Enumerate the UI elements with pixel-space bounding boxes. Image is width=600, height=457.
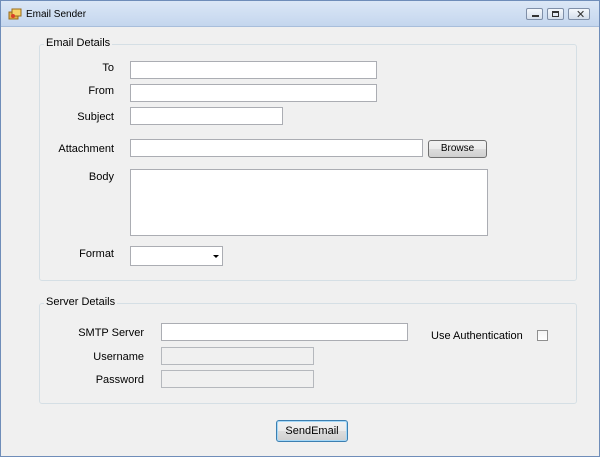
format-select[interactable] <box>130 246 223 266</box>
email-details-title: Email Details <box>44 37 113 49</box>
main-window: Email Sender ✕ Email Details To From Sub… <box>0 0 600 457</box>
maximize-icon <box>552 11 559 17</box>
format-label: Format <box>79 248 114 260</box>
subject-label: Subject <box>77 111 114 123</box>
browse-button[interactable]: Browse <box>428 140 487 158</box>
from-label: From <box>88 85 114 97</box>
app-icon <box>8 8 22 20</box>
server-details-title: Server Details <box>44 296 118 308</box>
maximize-button[interactable] <box>547 8 564 20</box>
password-input[interactable] <box>161 370 314 388</box>
subject-input[interactable] <box>130 107 283 125</box>
send-email-button[interactable]: SendEmail <box>276 420 348 442</box>
close-icon: ✕ <box>576 9 586 21</box>
username-label: Username <box>93 351 144 363</box>
smtp-server-input[interactable] <box>161 323 408 341</box>
email-details-group: Email Details <box>39 37 577 281</box>
use-authentication-label[interactable]: Use Authentication <box>431 330 529 342</box>
minimize-button[interactable] <box>526 8 543 20</box>
title-bar: Email Sender ✕ <box>1 1 599 27</box>
minimize-icon <box>532 15 539 17</box>
close-button[interactable]: ✕ <box>568 8 590 21</box>
username-input[interactable] <box>161 347 314 365</box>
attachment-input[interactable] <box>130 139 423 157</box>
window-title: Email Sender <box>26 9 87 20</box>
to-input[interactable] <box>130 61 377 79</box>
attachment-label: Attachment <box>58 143 114 155</box>
use-authentication-checkbox[interactable] <box>537 330 548 341</box>
smtp-server-label: SMTP Server <box>78 327 144 339</box>
password-label: Password <box>95 374 144 386</box>
to-label: To <box>102 62 114 74</box>
body-label: Body <box>88 171 114 183</box>
from-input[interactable] <box>130 84 377 102</box>
body-textarea[interactable] <box>130 169 488 236</box>
chevron-down-icon <box>213 255 219 258</box>
